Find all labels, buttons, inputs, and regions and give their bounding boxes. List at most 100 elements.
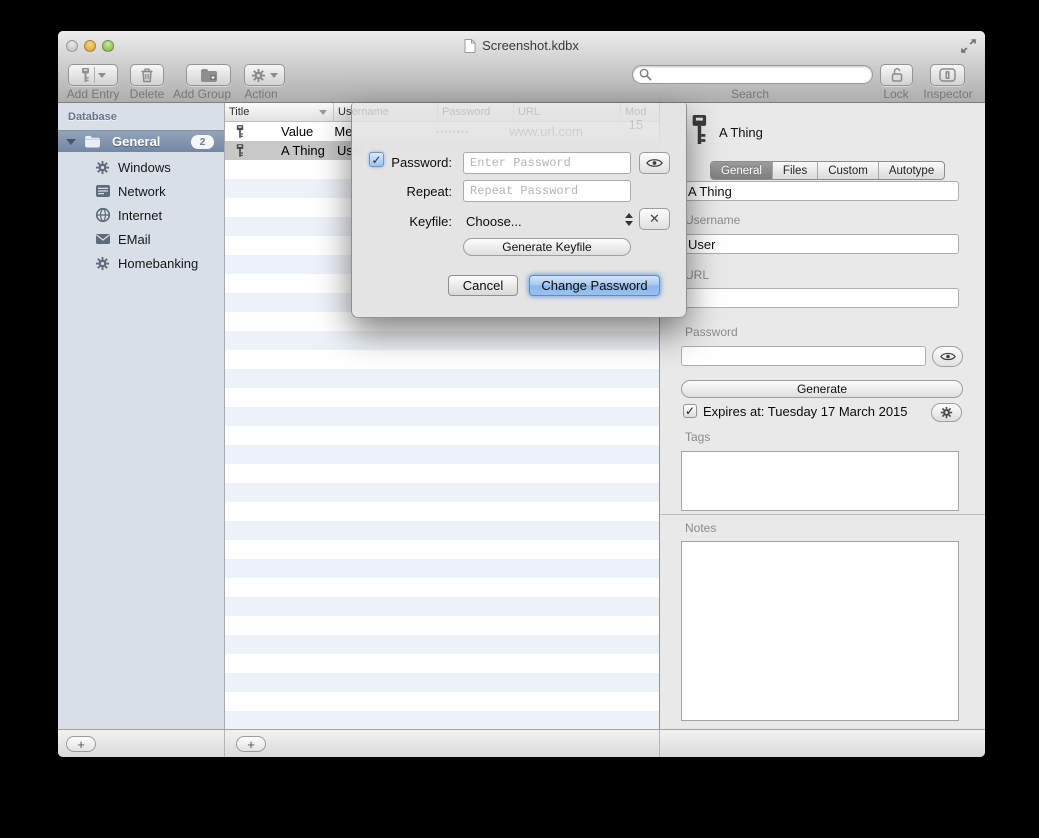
dialog-repeat-input[interactable]	[463, 180, 631, 202]
change-password-button[interactable]: Change Password	[529, 275, 660, 296]
url-field[interactable]	[681, 288, 959, 308]
split-divider	[94, 67, 95, 83]
folder-icon	[84, 135, 101, 148]
search-field[interactable]	[632, 65, 873, 84]
info-icon: i	[939, 68, 956, 82]
section-divider	[660, 514, 985, 515]
lock-icon	[890, 67, 904, 83]
change-password-dialog: ✓ Password: Repeat: Keyfile: Choose... ✕…	[351, 103, 687, 318]
sidebar-item-network[interactable]: Network	[58, 179, 224, 203]
sidebar-item-label: Internet	[118, 208, 162, 223]
dialog-keyfile-label: Keyfile:	[409, 214, 452, 229]
key-icon	[689, 113, 709, 146]
search-input[interactable]	[652, 68, 866, 82]
clear-keyfile-button[interactable]: ✕	[639, 208, 670, 230]
dialog-repeat-label: Repeat:	[406, 184, 452, 199]
inspector-tabs: General Files Custom Autotype	[710, 161, 945, 180]
sidebar-item-label: Homebanking	[118, 256, 198, 271]
username-label: Username	[685, 213, 740, 227]
lock-button[interactable]	[880, 64, 913, 86]
notes-label: Notes	[685, 521, 716, 535]
password-checkbox[interactable]: ✓	[369, 152, 384, 167]
sidebar-header: Database	[68, 111, 117, 123]
sidebar: Database General 2 Windows Network	[58, 103, 225, 729]
sidebar-item-label: EMail	[118, 232, 151, 247]
gear-icon	[940, 406, 953, 419]
envelope-icon	[94, 231, 111, 248]
action-label: Action	[230, 87, 292, 101]
sidebar-item-label: Windows	[118, 160, 171, 175]
inspector-panel: A Thing General Files Custom Autotype Us…	[659, 103, 985, 729]
expires-checkbox[interactable]: ✓	[683, 404, 697, 418]
document-icon	[464, 39, 476, 53]
inspector-entry-title: A Thing	[719, 125, 763, 140]
generate-password-button[interactable]: Generate	[681, 380, 963, 398]
sort-descending-icon	[319, 110, 327, 115]
entry-title: A Thing	[281, 143, 325, 158]
expires-label: Expires at: Tuesday 17 March 2015	[703, 404, 908, 419]
add-entry-plus-button[interactable]: +	[236, 736, 266, 752]
sidebar-group-label: General	[112, 134, 160, 149]
group-count-badge: 2	[191, 135, 214, 149]
delete-button[interactable]	[130, 64, 164, 86]
panel-divider	[659, 730, 660, 757]
password-field[interactable]	[681, 346, 926, 366]
entry-title: Value	[281, 124, 313, 139]
trash-icon	[140, 67, 154, 83]
keyfile-dropdown[interactable]: Choose...	[466, 214, 522, 229]
folder-plus-icon	[200, 68, 218, 83]
tab-general[interactable]: General	[711, 162, 772, 179]
title-bar[interactable]: Screenshot.kdbx	[58, 31, 985, 60]
username-field[interactable]	[681, 234, 959, 254]
inspector-label: Inspector	[917, 87, 979, 101]
cancel-button[interactable]: Cancel	[448, 275, 518, 296]
eye-icon	[646, 158, 663, 168]
key-icon	[235, 143, 245, 158]
tab-custom[interactable]: Custom	[817, 162, 878, 179]
sidebar-item-windows[interactable]: Windows	[58, 155, 224, 179]
title-field[interactable]	[681, 181, 959, 201]
gear-icon	[94, 159, 111, 176]
dialog-password-input[interactable]	[463, 152, 631, 174]
app-window: Screenshot.kdbx Add Entry Delete Add Gro…	[58, 31, 985, 757]
search-label: Search	[710, 87, 790, 101]
chevron-down-icon	[98, 73, 106, 78]
column-header-title[interactable]: Title	[225, 103, 333, 121]
add-group-button[interactable]	[186, 64, 231, 86]
tab-files[interactable]: Files	[772, 162, 817, 179]
search-icon	[639, 68, 652, 81]
tags-input[interactable]	[681, 451, 959, 511]
tags-label: Tags	[685, 430, 710, 444]
server-icon	[94, 183, 111, 200]
add-group-plus-button[interactable]: +	[66, 736, 96, 752]
chevron-down-icon	[270, 73, 278, 78]
tab-autotype[interactable]: Autotype	[878, 162, 944, 179]
window-title: Screenshot.kdbx	[482, 38, 579, 53]
eye-icon	[940, 352, 956, 361]
toolbar: Add Entry Delete Add Group Action	[58, 60, 985, 103]
sidebar-item-email[interactable]: EMail	[58, 227, 224, 251]
fullscreen-icon[interactable]	[961, 39, 976, 53]
sidebar-item-internet[interactable]: Internet	[58, 203, 224, 227]
gear-icon	[251, 68, 266, 83]
action-button[interactable]	[244, 64, 285, 86]
dialog-reveal-password-button[interactable]	[639, 152, 670, 174]
key-icon	[235, 124, 245, 139]
disclosure-triangle-icon[interactable]	[66, 139, 76, 145]
panel-divider	[224, 730, 225, 757]
reveal-password-button[interactable]	[932, 346, 963, 367]
globe-icon	[94, 207, 111, 224]
dialog-password-label: Password:	[391, 155, 452, 170]
inspector-button[interactable]: i	[930, 64, 965, 86]
stepper-icon[interactable]	[624, 210, 633, 228]
url-label: URL	[685, 268, 709, 282]
generate-keyfile-button[interactable]: Generate Keyfile	[463, 238, 631, 256]
add-entry-button[interactable]	[68, 64, 118, 86]
expires-settings-button[interactable]	[931, 403, 962, 422]
bottom-bar: + +	[58, 729, 985, 757]
svg-text:i: i	[947, 73, 949, 80]
sidebar-item-homebanking[interactable]: Homebanking	[58, 251, 224, 275]
sidebar-group-general[interactable]: General 2	[58, 130, 224, 152]
password-label: Password	[685, 325, 738, 339]
notes-input[interactable]	[681, 541, 959, 721]
